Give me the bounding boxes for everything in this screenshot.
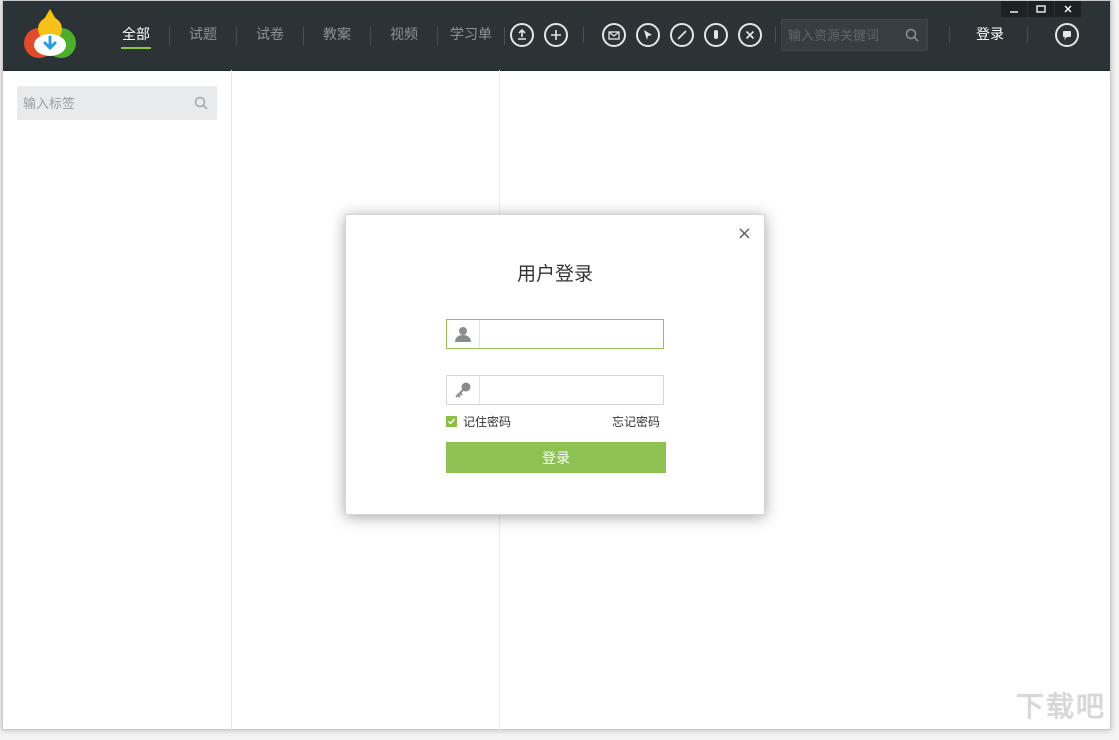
toolbar-separator <box>583 27 584 43</box>
search-icon[interactable] <box>194 96 208 110</box>
top-navigation-bar: 全部 试题 试卷 教案 视频 学习单 输入资源关键词 登录 <box>3 1 1110 71</box>
tag-sidebar <box>3 70 232 731</box>
key-icon <box>447 376 480 404</box>
category-nav: 全部 试题 试卷 教案 视频 学习单 <box>103 1 505 70</box>
watermark-logo: 下载吧 <box>1015 690 1106 723</box>
add-button[interactable] <box>544 23 568 47</box>
dialog-title: 用户登录 <box>516 263 593 285</box>
pen-icon <box>677 30 687 40</box>
toolbar-separator <box>775 27 776 43</box>
close-circle-icon <box>745 30 755 40</box>
close-tool-button[interactable] <box>738 23 762 47</box>
nav-separator <box>504 26 505 45</box>
pen-button[interactable] <box>670 23 694 47</box>
cursor-icon <box>644 30 652 40</box>
maximize-icon <box>1036 5 1046 13</box>
add-icon <box>551 30 561 40</box>
minimize-icon <box>1010 11 1018 13</box>
password-field <box>446 375 664 406</box>
login-button[interactable]: 登录 <box>446 442 666 473</box>
close-icon <box>1064 5 1072 13</box>
username-input[interactable] <box>485 320 659 350</box>
nav-item-study-sheets[interactable]: 学习单 <box>438 1 504 70</box>
minimize-button[interactable] <box>1001 1 1027 17</box>
nav-item-all[interactable]: 全部 <box>103 1 169 70</box>
eraser-icon <box>714 30 718 39</box>
nav-item-lesson-plans[interactable]: 教案 <box>304 1 370 70</box>
remember-password-checkbox[interactable]: 记住密码 <box>446 413 511 430</box>
toolbar-separator <box>1027 27 1028 43</box>
cursor-button[interactable] <box>636 23 660 47</box>
upload-button[interactable] <box>510 23 534 47</box>
upload-icon <box>518 28 526 40</box>
search-icon[interactable] <box>905 28 919 42</box>
password-input[interactable] <box>485 376 659 406</box>
feedback-button[interactable] <box>1055 23 1079 47</box>
toolbar-separator <box>949 27 950 43</box>
close-window-button[interactable] <box>1055 1 1081 17</box>
nav-item-questions[interactable]: 试题 <box>170 1 236 70</box>
resource-search-box <box>781 19 928 52</box>
resource-search-input[interactable] <box>786 20 902 52</box>
checkbox-checked-icon[interactable] <box>446 416 457 427</box>
nav-item-papers[interactable]: 试卷 <box>237 1 303 70</box>
username-field <box>446 319 664 350</box>
eraser-button[interactable] <box>704 23 728 47</box>
user-icon <box>447 320 480 348</box>
login-dialog: × 用户登录 记住密码 忘记密码 登录 <box>345 214 765 515</box>
app-logo-icon <box>24 9 76 58</box>
tag-search-input[interactable] <box>21 86 185 122</box>
maximize-button[interactable] <box>1028 1 1054 17</box>
message-button[interactable] <box>602 23 626 47</box>
nav-item-videos[interactable]: 视频 <box>371 1 437 70</box>
chat-icon <box>1063 31 1071 40</box>
tag-search-box <box>17 86 217 122</box>
forgot-password-link[interactable]: 忘记密码 <box>612 413 660 430</box>
remember-password-label: 记住密码 <box>463 415 512 429</box>
dialog-close-button[interactable]: × <box>737 223 752 244</box>
message-icon <box>608 31 620 40</box>
